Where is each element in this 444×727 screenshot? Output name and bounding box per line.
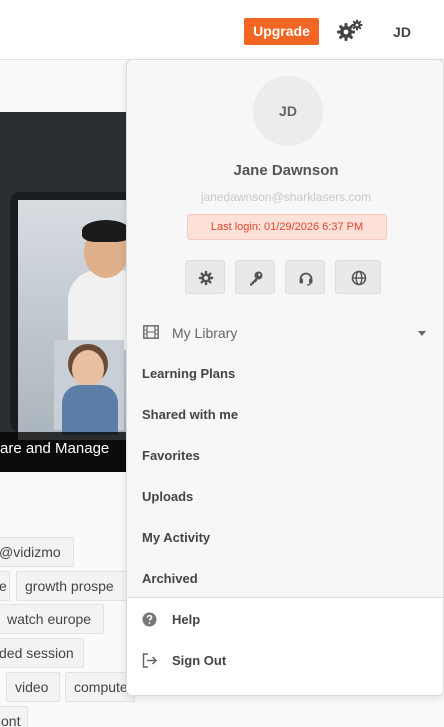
video-thumbnail[interactable]: are and Manage (0, 112, 130, 472)
tag-chip[interactable]: ded session (0, 638, 84, 668)
video-title: are and Manage (0, 440, 110, 457)
tag-chip[interactable]: watch europe (0, 604, 104, 634)
video-title-bar: are and Manage (0, 432, 130, 472)
support-button[interactable] (285, 260, 325, 294)
upgrade-button[interactable]: Upgrade (244, 18, 319, 45)
language-button[interactable] (335, 260, 381, 294)
user-dropdown-panel: JD Jane Dawnson janedawnson@sharklasers.… (126, 59, 444, 696)
my-library-label: My Library (172, 325, 238, 341)
user-email: janedawnson@sharklasers.com (200, 190, 372, 204)
menu-item-shared-with-me[interactable]: Shared with me (142, 407, 238, 422)
help-link[interactable]: Help (172, 612, 200, 627)
film-icon (143, 325, 159, 339)
menu-item-favorites[interactable]: Favorites (142, 448, 200, 463)
key-icon (250, 271, 263, 286)
laptop-image (10, 192, 130, 440)
gears-icon[interactable] (336, 18, 364, 44)
tag-chip[interactable]: @vidizmo (0, 537, 74, 567)
tag-chip[interactable]: growth prospe (16, 571, 128, 601)
user-name: Jane Dawnson (233, 162, 339, 179)
globe-icon (351, 270, 367, 286)
top-header: Upgrade JD (0, 0, 444, 60)
library-menu: Learning Plans Shared with me Favorites … (127, 352, 443, 598)
sign-out-icon (142, 653, 158, 668)
menu-item-learning-plans[interactable]: Learning Plans (142, 366, 235, 381)
settings-button[interactable] (185, 260, 225, 294)
tag-chip[interactable]: ont (0, 706, 28, 727)
last-login-badge: Last login: 01/29/2026 6:37 PM (187, 214, 387, 240)
menu-item-uploads[interactable]: Uploads (142, 489, 193, 504)
help-icon (142, 612, 157, 627)
menu-item-archived[interactable]: Archived (142, 571, 198, 586)
sign-out-link[interactable]: Sign Out (172, 653, 226, 668)
menu-item-my-activity[interactable]: My Activity (142, 530, 210, 545)
account-menu: Help Sign Out (127, 598, 443, 695)
user-menu-trigger[interactable]: JD (388, 22, 416, 42)
tag-chip[interactable]: e (0, 571, 10, 601)
gear-icon (198, 270, 214, 286)
headset-icon (299, 272, 313, 286)
password-button[interactable] (235, 260, 275, 294)
tag-chip[interactable]: video (6, 672, 60, 702)
caret-down-icon (418, 331, 426, 336)
avatar[interactable]: JD (253, 76, 323, 146)
tag-chip[interactable]: compute (65, 672, 135, 702)
my-library-toggle[interactable]: My Library (127, 316, 443, 352)
